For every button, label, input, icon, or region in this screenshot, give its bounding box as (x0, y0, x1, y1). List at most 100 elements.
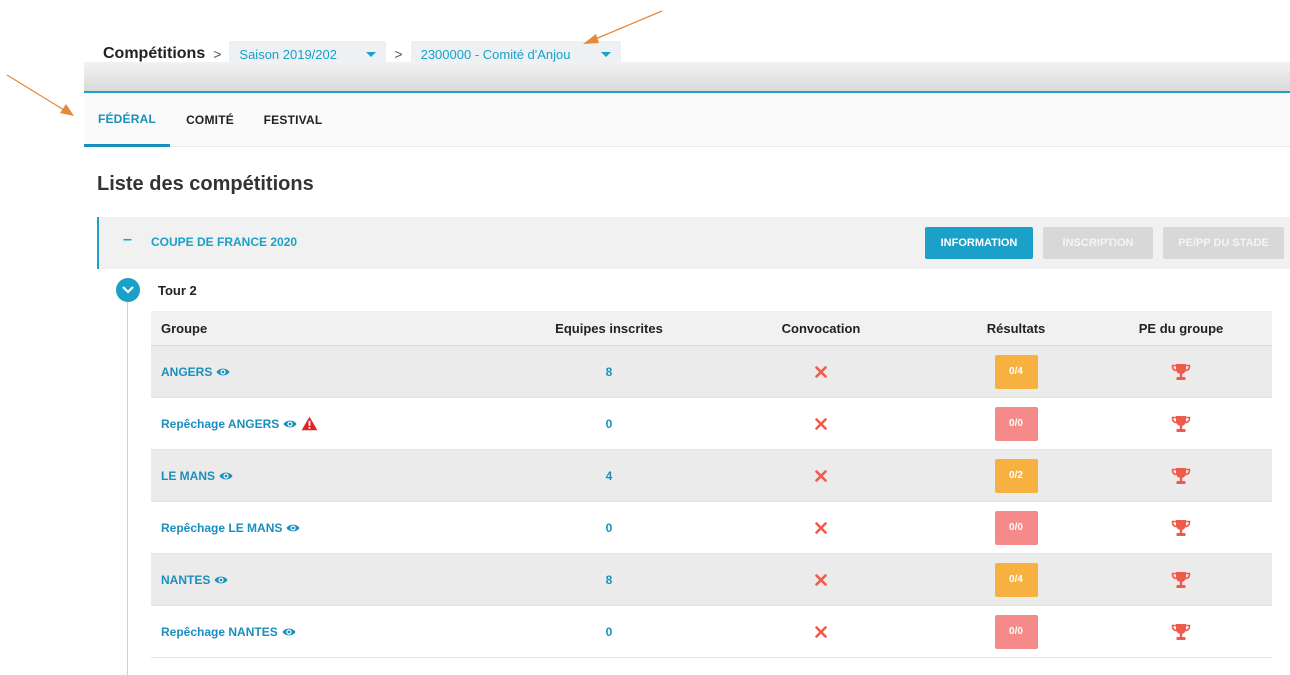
breadcrumb-separator: > (394, 46, 403, 62)
cross-icon[interactable] (815, 625, 827, 638)
trophy-icon[interactable] (1171, 623, 1191, 641)
eye-icon[interactable] (282, 627, 296, 637)
tour-label: Tour 2 (158, 283, 197, 298)
cross-icon[interactable] (815, 417, 827, 430)
teams-cell: 4 (509, 450, 709, 501)
tour-toggle[interactable] (116, 278, 140, 302)
trophy-icon[interactable] (1171, 571, 1191, 589)
convocation-cell (721, 606, 921, 657)
group-link[interactable]: LE MANS (161, 469, 233, 483)
tab-comite[interactable]: COMITÉ (170, 93, 250, 147)
teams-cell: 8 (509, 346, 709, 397)
caret-down-icon (600, 51, 611, 57)
group-cell: Repêchage ANGERS (161, 398, 318, 449)
table-row: NANTES 8 0/4 (151, 554, 1272, 606)
competition-header: – COUPE DE FRANCE 2020 INFORMATION INSCR… (97, 217, 1290, 269)
chevron-down-icon (122, 286, 134, 294)
teams-count[interactable]: 8 (606, 573, 613, 587)
cross-icon[interactable] (815, 521, 827, 534)
table-row: LE MANS 4 0/2 (151, 450, 1272, 502)
pe-cell (1081, 398, 1281, 449)
teams-count[interactable]: 0 (606, 417, 613, 431)
group-name: Repêchage LE MANS (161, 520, 283, 535)
result-badge[interactable]: 0/2 (994, 458, 1038, 493)
eye-icon[interactable] (219, 471, 233, 481)
groups-table: Groupe Equipes inscrites Convocation Rés… (151, 311, 1272, 658)
eye-icon[interactable] (283, 419, 297, 429)
cross-icon[interactable] (815, 365, 827, 378)
teams-count[interactable]: 0 (606, 521, 613, 535)
breadcrumb-separator: > (213, 46, 222, 62)
page-title: Liste des compétitions (97, 173, 314, 195)
result-badge[interactable]: 0/4 (994, 562, 1038, 597)
group-cell: ANGERS (161, 346, 230, 397)
breadcrumb-title: Compétitions (103, 45, 206, 62)
tab-bar: FÉDÉRAL COMITÉ FESTIVAL (84, 93, 1290, 147)
eye-icon[interactable] (286, 523, 300, 533)
group-link[interactable]: Repêchage NANTES (161, 625, 296, 639)
committee-select-value: 2300000 - Comité d'Anjou (420, 46, 571, 62)
teams-count[interactable]: 4 (606, 469, 613, 483)
convocation-cell (721, 346, 921, 397)
pe-cell (1081, 502, 1281, 553)
information-button[interactable]: INFORMATION (925, 227, 1033, 259)
cross-icon[interactable] (815, 469, 827, 482)
season-select-value: Saison 2019/202 (239, 46, 337, 62)
pe-cell (1081, 554, 1281, 605)
pe-cell (1081, 346, 1281, 397)
group-link[interactable]: ANGERS (161, 365, 230, 379)
table-body: ANGERS 8 0/4 Repêchage ANGERS 0 0/0 LE M… (151, 346, 1272, 658)
result-badge[interactable]: 0/4 (994, 354, 1038, 389)
teams-cell: 0 (509, 502, 709, 553)
cross-icon[interactable] (815, 573, 827, 586)
table-row: Repêchage NANTES 0 0/0 (151, 606, 1272, 658)
header-convocation: Convocation (781, 320, 861, 336)
group-name: LE MANS (161, 468, 215, 483)
group-link[interactable]: NANTES (161, 573, 228, 587)
pe-cell (1081, 606, 1281, 657)
result-badge[interactable]: 0/0 (994, 406, 1038, 441)
group-name: Repêchage ANGERS (161, 416, 280, 431)
pe-pp-stade-button[interactable]: PE/PP DU STADE (1163, 227, 1284, 259)
header-band (84, 62, 1290, 92)
convocation-cell (721, 502, 921, 553)
tab-federal[interactable]: FÉDÉRAL (84, 93, 170, 147)
group-cell: Repêchage NANTES (161, 606, 296, 657)
table-row: Repêchage LE MANS 0 0/0 (151, 502, 1272, 554)
result-badge[interactable]: 0/0 (994, 510, 1038, 545)
pe-cell (1081, 450, 1281, 501)
group-name: NANTES (161, 572, 211, 587)
caret-down-icon (366, 51, 377, 57)
group-name: Repêchage NANTES (161, 624, 278, 639)
group-link[interactable]: Repêchage LE MANS (161, 521, 300, 535)
result-badge[interactable]: 0/0 (994, 614, 1038, 649)
tab-festival[interactable]: FESTIVAL (250, 93, 336, 147)
trophy-icon[interactable] (1171, 415, 1191, 433)
table-row: Repêchage ANGERS 0 0/0 (151, 398, 1272, 450)
competition-title[interactable]: COUPE DE FRANCE 2020 (151, 235, 297, 249)
trophy-icon[interactable] (1171, 519, 1191, 537)
teams-count[interactable]: 0 (606, 625, 613, 639)
trophy-icon[interactable] (1171, 363, 1191, 381)
group-name: ANGERS (161, 364, 213, 379)
header-pe-groupe: PE du groupe (1138, 320, 1224, 336)
collapse-toggle[interactable]: – (123, 231, 132, 249)
eye-icon[interactable] (214, 575, 228, 585)
group-cell: LE MANS (161, 450, 233, 501)
header-equipes: Equipes inscrites (555, 320, 663, 336)
eye-icon[interactable] (216, 367, 230, 377)
convocation-cell (721, 554, 921, 605)
convocation-cell (721, 398, 921, 449)
inscription-button[interactable]: INSCRIPTION (1043, 227, 1153, 259)
header-groupe: Groupe (161, 320, 208, 336)
group-cell: Repêchage LE MANS (161, 502, 300, 553)
table-header: Groupe Equipes inscrites Convocation Rés… (151, 311, 1272, 346)
teams-count[interactable]: 8 (606, 365, 613, 379)
group-cell: NANTES (161, 554, 228, 605)
table-row: ANGERS 8 0/4 (151, 346, 1272, 398)
teams-cell: 8 (509, 554, 709, 605)
warning-triangle-icon[interactable] (301, 416, 318, 431)
trophy-icon[interactable] (1171, 467, 1191, 485)
group-link[interactable]: Repêchage ANGERS (161, 416, 318, 431)
teams-cell: 0 (509, 398, 709, 449)
